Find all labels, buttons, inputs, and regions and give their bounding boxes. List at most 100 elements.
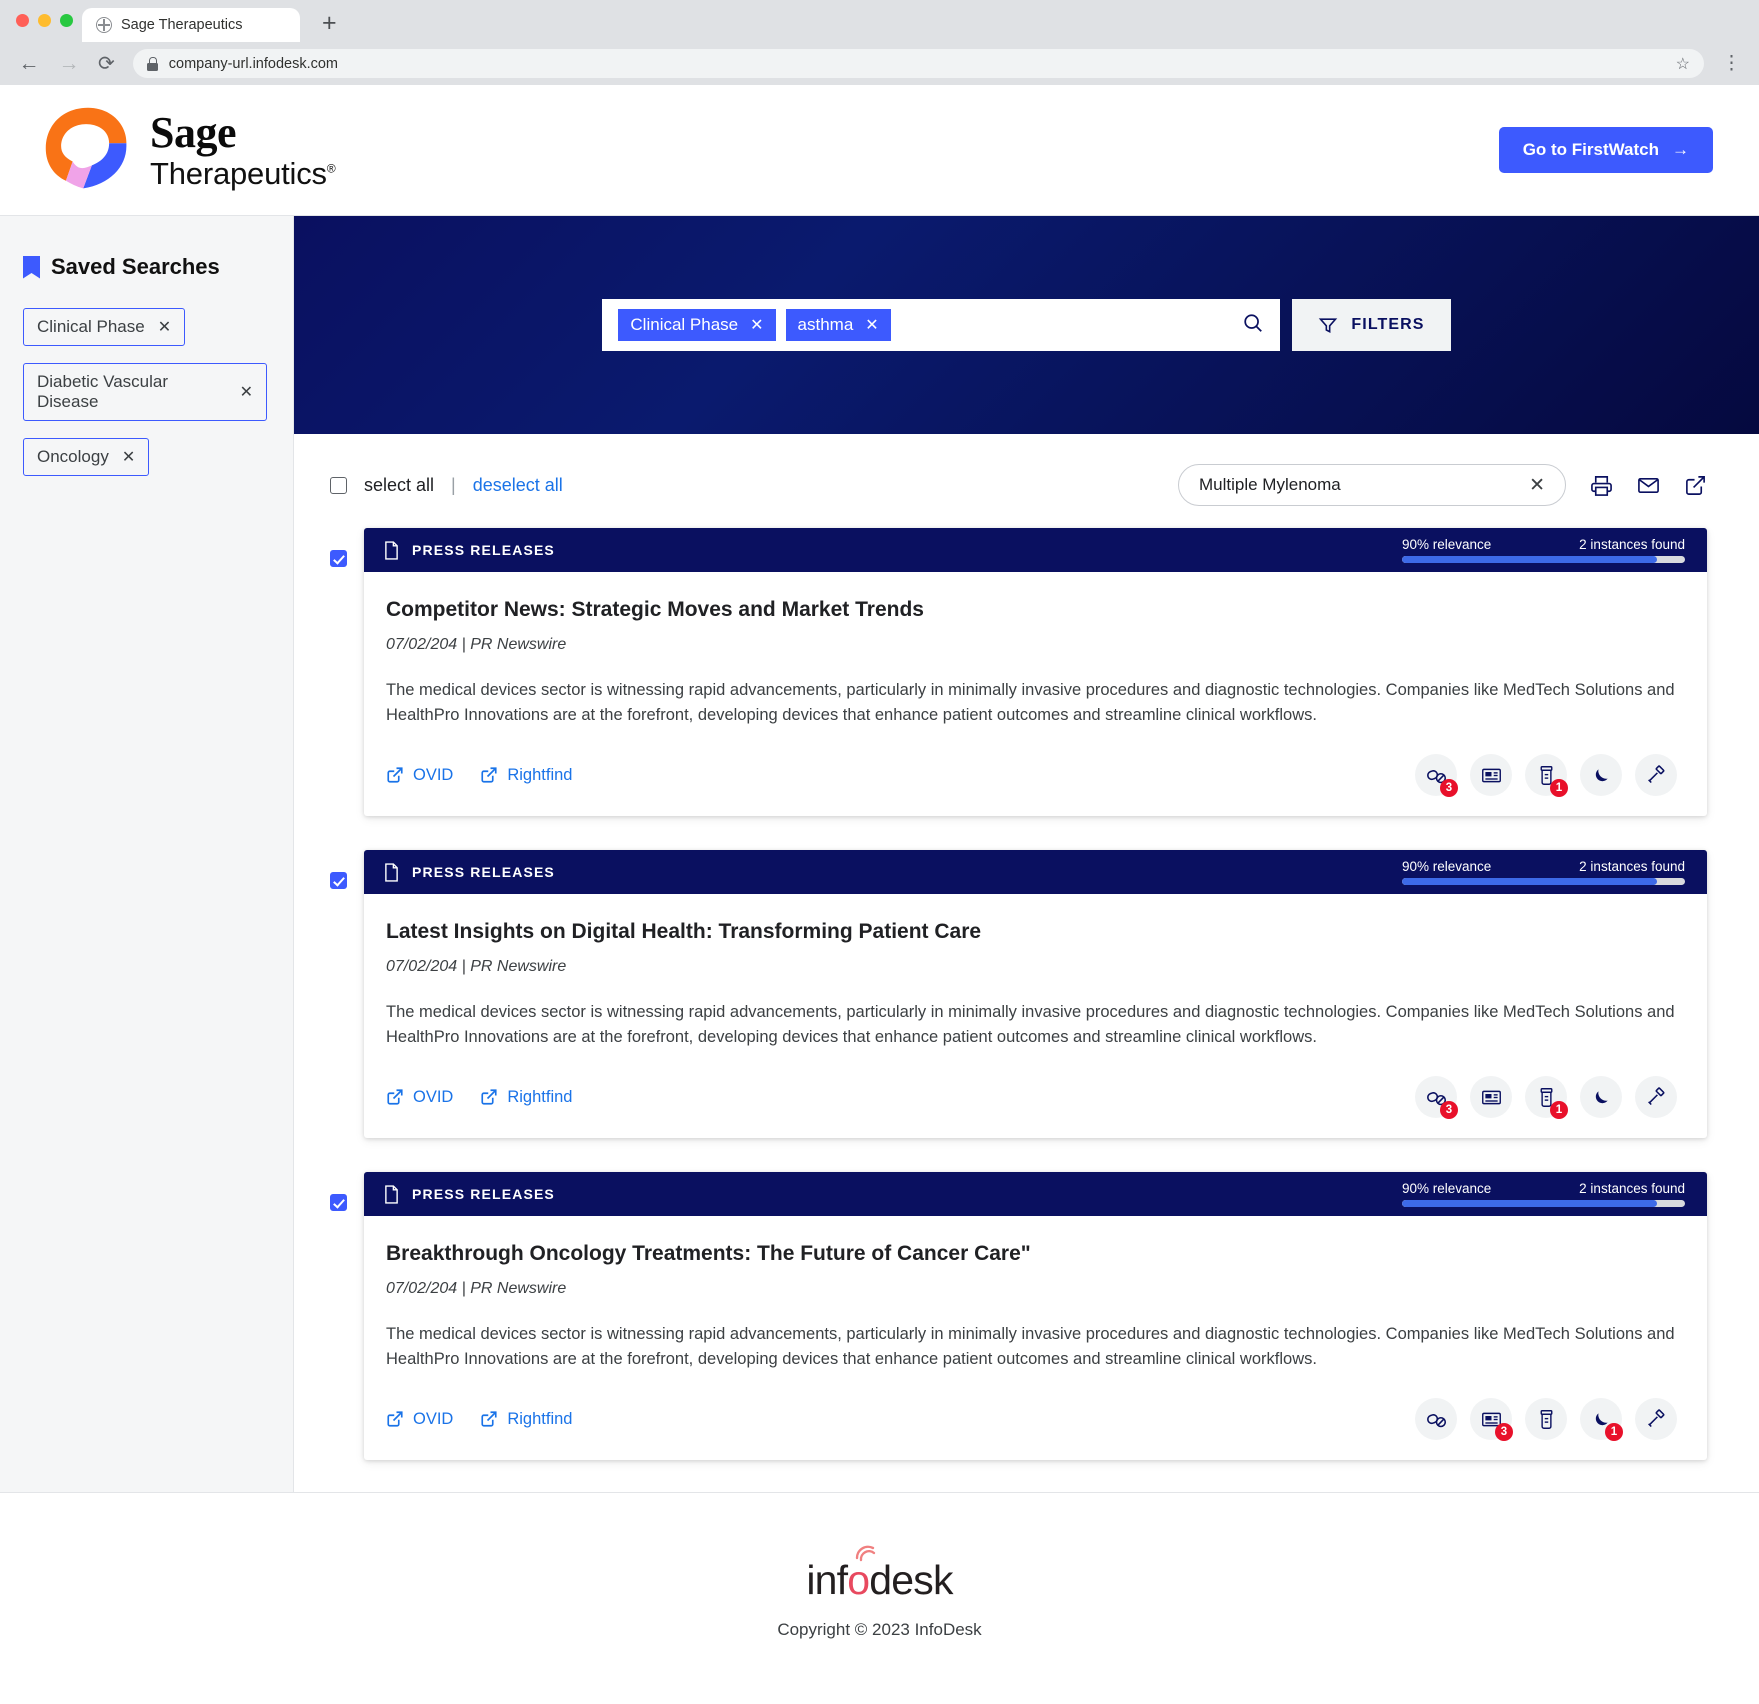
search-icon[interactable]: [1242, 312, 1264, 339]
relevance-bar-fill: [1402, 878, 1657, 886]
external-link-icon: [481, 1411, 497, 1428]
search-term-chip[interactable]: Clinical Phase ✕: [618, 309, 776, 341]
brand-subtitle: Therapeutics®: [150, 156, 336, 191]
external-link-icon: [387, 1411, 403, 1428]
bookmark-star-icon[interactable]: ☆: [1676, 54, 1690, 74]
news-icon[interactable]: 3: [1470, 1398, 1513, 1442]
instances-label: 2 instances found: [1579, 1181, 1685, 1197]
remove-saved-search-icon[interactable]: ✕: [122, 447, 135, 467]
news-icon[interactable]: [1470, 754, 1512, 797]
gavel-icon[interactable]: [1635, 1398, 1677, 1441]
action-badge: 1: [1550, 779, 1568, 798]
result-select-checkbox[interactable]: [330, 872, 347, 890]
bookmark-icon: [23, 255, 40, 279]
result-type-label: PRESS RELEASES: [412, 864, 555, 881]
arrow-right-icon: →: [1672, 140, 1689, 159]
close-window-button[interactable]: [16, 14, 29, 27]
pill-bottle-icon[interactable]: 1: [1525, 1076, 1568, 1120]
external-link-icon: [481, 1089, 497, 1105]
result-action-icons: 3 1: [1415, 1076, 1677, 1120]
rightfind-link[interactable]: Rightfind: [480, 1410, 572, 1429]
document-icon: [385, 540, 398, 560]
maximize-window-button[interactable]: [60, 14, 73, 27]
gavel-icon[interactable]: [1635, 1076, 1677, 1119]
browser-urlbar-row: ← → ⟳ company-url.infodesk.com ☆ ⋮: [0, 42, 1759, 85]
search-bar[interactable]: Clinical Phase ✕ asthma ✕: [602, 299, 1281, 351]
address-bar[interactable]: company-url.infodesk.com ☆: [132, 49, 1704, 78]
forward-button[interactable]: →: [58, 53, 80, 74]
search-term-label: asthma: [797, 315, 854, 334]
gavel-icon[interactable]: [1635, 754, 1677, 797]
news-icon[interactable]: [1470, 1076, 1512, 1119]
action-badge: 1: [1605, 1423, 1623, 1442]
brand-logo[interactable]: Sage Therapeutics®: [40, 102, 336, 198]
print-icon[interactable]: [1590, 474, 1613, 497]
result-card[interactable]: PRESS RELEASES 90% relevance 2 instances…: [364, 528, 1707, 817]
relevance-block: 90% relevance 2 instances found: [1402, 859, 1685, 886]
infodesk-logo-o: o: [847, 1545, 876, 1604]
go-to-firstwatch-button[interactable]: Go to FirstWatch →: [1498, 127, 1713, 173]
rightfind-link[interactable]: Rightfind: [480, 1088, 572, 1107]
moon-icon[interactable]: [1580, 1076, 1622, 1119]
deselect-all-link[interactable]: deselect all: [473, 475, 563, 496]
sage-swirl-icon: [45, 107, 127, 189]
moon-icon[interactable]: 1: [1580, 1398, 1623, 1442]
result-card-body: Competitor News: Strategic Moves and Mar…: [364, 572, 1707, 816]
result-card[interactable]: PRESS RELEASES 90% relevance 2 instances…: [364, 850, 1707, 1139]
result-title[interactable]: Competitor News: Strategic Moves and Mar…: [386, 598, 1677, 622]
relevance-bar: [1402, 878, 1685, 886]
minimize-window-button[interactable]: [38, 14, 51, 27]
browser-menu-icon[interactable]: ⋮: [1722, 54, 1741, 73]
result-card[interactable]: PRESS RELEASES 90% relevance 2 instances…: [364, 1172, 1707, 1461]
result-title[interactable]: Breakthrough Oncology Treatments: The Fu…: [386, 1242, 1677, 1266]
saved-search-item[interactable]: Clinical Phase ✕: [23, 308, 186, 346]
search-term-chip[interactable]: asthma ✕: [785, 309, 891, 341]
result-meta: 07/02/204 | PR Newswire: [386, 958, 567, 976]
result-type-label: PRESS RELEASES: [412, 542, 555, 558]
result-select-checkbox[interactable]: [330, 1194, 347, 1212]
drug-interaction-icon[interactable]: 3: [1415, 754, 1458, 798]
result-select-checkbox[interactable]: [330, 550, 347, 567]
content-area: Clinical Phase ✕ asthma ✕ FILTERS select…: [294, 215, 1759, 1492]
ovid-link[interactable]: OVID: [386, 1410, 453, 1429]
results-filter-input[interactable]: Multiple Mylenoma ✕: [1178, 464, 1566, 506]
saved-search-item[interactable]: Diabetic Vascular Disease ✕: [23, 363, 267, 421]
action-badge: 3: [1440, 779, 1458, 798]
remove-search-term-icon[interactable]: ✕: [750, 315, 763, 335]
relevance-label: 90% relevance: [1402, 1181, 1492, 1197]
action-badge: 3: [1440, 1101, 1458, 1120]
drug-interaction-icon[interactable]: [1415, 1398, 1457, 1441]
instances-label: 2 instances found: [1579, 537, 1685, 552]
result-external-links: OVID Rightfind: [386, 1410, 572, 1429]
filters-button[interactable]: FILTERS: [1292, 299, 1451, 351]
email-icon[interactable]: [1637, 474, 1660, 497]
select-all-checkbox[interactable]: [330, 476, 347, 494]
pill-bottle-icon[interactable]: [1525, 1398, 1567, 1441]
remove-search-term-icon[interactable]: ✕: [865, 315, 878, 335]
reload-button[interactable]: ⟳: [98, 51, 115, 76]
pill-bottle-icon[interactable]: 1: [1525, 754, 1568, 798]
browser-chrome: Sage Therapeutics + ← → ⟳ company-url.in…: [0, 0, 1759, 85]
ovid-link[interactable]: OVID: [386, 1088, 453, 1107]
clear-filter-icon[interactable]: ✕: [1529, 474, 1545, 497]
remove-saved-search-icon[interactable]: ✕: [240, 382, 253, 402]
browser-tab[interactable]: Sage Therapeutics: [82, 8, 300, 42]
relevance-label: 90% relevance: [1402, 859, 1492, 875]
selection-controls: select all | deselect all: [330, 475, 563, 496]
moon-icon[interactable]: [1580, 754, 1622, 797]
ovid-link[interactable]: OVID: [386, 766, 453, 785]
go-to-firstwatch-label: Go to FirstWatch: [1522, 140, 1659, 159]
select-all-label[interactable]: select all: [364, 475, 434, 496]
saved-search-item[interactable]: Oncology ✕: [23, 438, 150, 476]
search-hero: Clinical Phase ✕ asthma ✕ FILTERS: [294, 216, 1759, 434]
window-traffic-lights: [16, 14, 73, 27]
back-button[interactable]: ←: [18, 53, 40, 74]
search-term-label: Clinical Phase: [630, 315, 739, 334]
rightfind-link[interactable]: Rightfind: [480, 766, 572, 785]
drug-interaction-icon[interactable]: 3: [1415, 1076, 1458, 1120]
result-title[interactable]: Latest Insights on Digital Health: Trans…: [386, 920, 1677, 944]
export-icon[interactable]: [1684, 474, 1707, 497]
remove-saved-search-icon[interactable]: ✕: [158, 317, 171, 337]
new-tab-button[interactable]: +: [322, 11, 337, 36]
result-action-icons: 3 1: [1415, 754, 1677, 798]
